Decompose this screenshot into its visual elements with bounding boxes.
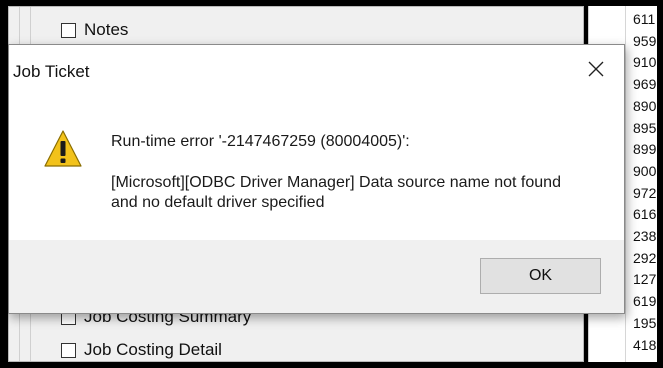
- column-number: 969: [633, 76, 657, 93]
- column-number: 195: [633, 314, 657, 331]
- column-number: 899: [633, 141, 657, 158]
- ok-button[interactable]: OK: [480, 258, 601, 294]
- warning-icon: [44, 130, 82, 167]
- column-number: 972: [633, 184, 657, 201]
- column-number: 127: [633, 271, 657, 288]
- close-icon: [588, 61, 604, 77]
- column-number: 292: [633, 249, 657, 266]
- job-costing-detail-checkbox-row[interactable]: Job Costing Detail: [61, 340, 222, 360]
- column-divider: [625, 6, 626, 362]
- error-dialog: Job Ticket Run-time error '-2147467259 (…: [8, 44, 625, 314]
- job-costing-detail-checkbox[interactable]: [61, 342, 76, 358]
- close-button[interactable]: [582, 55, 610, 83]
- column-number: 418: [633, 336, 657, 353]
- error-heading: Run-time error '-2147467259 (80004005)':: [111, 133, 410, 150]
- notes-checkbox-label: Notes: [84, 20, 129, 39]
- column-number: 895: [633, 119, 657, 136]
- column-number: 910: [633, 54, 657, 71]
- column-number: 890: [633, 97, 657, 114]
- dialog-footer: OK: [9, 240, 624, 313]
- column-number: 238: [633, 228, 657, 244]
- column-number: 616: [633, 206, 657, 223]
- notes-checkbox-row[interactable]: Notes: [61, 20, 128, 40]
- notes-checkbox[interactable]: [61, 22, 76, 38]
- error-message: [Microsoft][ODBC Driver Manager] Data so…: [111, 174, 561, 211]
- dialog-title: Job Ticket: [13, 62, 90, 81]
- job-costing-detail-label: Job Costing Detail: [84, 340, 222, 359]
- column-number: 611: [633, 11, 656, 27]
- column-number: 900: [633, 162, 657, 179]
- column-number: 619: [633, 293, 657, 310]
- column-number: 959: [633, 32, 657, 49]
